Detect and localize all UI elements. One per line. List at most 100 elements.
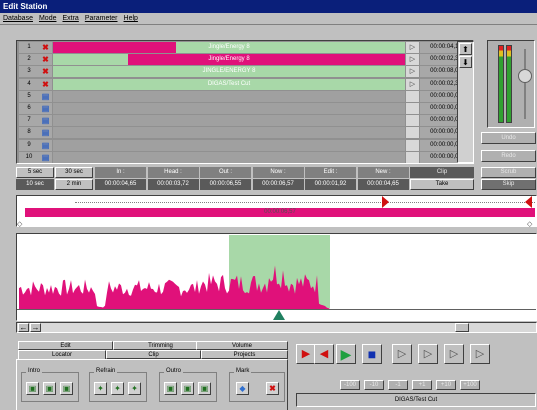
take-button[interactable]: Take	[410, 179, 474, 190]
set-out-icon[interactable]: ◀	[314, 344, 334, 364]
zoom-5sec-button[interactable]: 5 sec	[16, 167, 54, 178]
scroll-up-icon[interactable]: ⬆	[459, 43, 472, 55]
cart-bar[interactable]: JINGLE/ENERGY 8	[53, 66, 405, 78]
cart-play-slot[interactable]	[406, 115, 419, 127]
redo-button[interactable]: Redo	[481, 150, 536, 162]
cart-play-icon[interactable]: ▷	[406, 78, 419, 90]
cart-row[interactable]: 6 ▤ 00:00:00,00	[17, 103, 475, 115]
play-icon[interactable]: ▶	[336, 344, 356, 364]
volume-slider-knob[interactable]	[518, 69, 532, 83]
scroll-left-icon[interactable]: ←	[18, 323, 29, 332]
intro-goto-icon[interactable]: ▣	[60, 382, 73, 395]
tab-locator[interactable]: Locator	[18, 350, 106, 359]
cart-bar[interactable]	[53, 103, 405, 114]
cart-bar[interactable]	[53, 127, 405, 139]
outro-goto-icon[interactable]: ▣	[198, 382, 211, 395]
refrain-set-icon[interactable]: ✦	[94, 382, 107, 395]
waveform-scrollbar[interactable]: ← →	[16, 322, 537, 333]
intro-play-icon[interactable]: ▣	[43, 382, 56, 395]
cart-play-icon[interactable]: ▷	[406, 54, 419, 66]
scroll-down-icon[interactable]: ⬇	[459, 56, 472, 68]
cart-bar[interactable]	[53, 151, 405, 163]
in-marker-icon[interactable]	[381, 196, 389, 208]
cart-play-slot[interactable]	[406, 151, 419, 163]
mark-delete-icon[interactable]: ✖	[266, 382, 279, 395]
jog-button[interactable]: +10	[436, 380, 456, 390]
scroll-thumb[interactable]	[455, 323, 469, 332]
menu-parameter[interactable]: Parameter	[85, 15, 118, 22]
tab-edit[interactable]: Edit	[18, 341, 113, 350]
cart-row[interactable]: 3 ✖ JINGLE/ENERGY 8 ▷ 00:00:08,04	[17, 66, 475, 78]
jog-button[interactable]: +1	[412, 380, 432, 390]
cart-row[interactable]: 9 ▤ 00:00:00,00	[17, 139, 475, 152]
cart-loaded-icon[interactable]: ✖	[39, 78, 52, 90]
jog-button[interactable]: +100	[460, 380, 480, 390]
overview-strip[interactable]: 00:00:06,57 ◇ ◇	[16, 195, 537, 228]
zoom-10sec-button[interactable]: 10 sec	[16, 179, 54, 190]
cart-row[interactable]: 4 ✖ DIGAS/Test Cut ▷ 00:00:02,36	[17, 78, 475, 91]
scrub-button[interactable]: Scrub	[481, 167, 536, 178]
cart-bar[interactable]: Jingle/Energy 8	[53, 42, 405, 53]
cart-loaded-icon[interactable]: ✖	[39, 54, 52, 66]
cart-row[interactable]: 8 ▤ 00:00:00,00	[17, 127, 475, 139]
jog-button[interactable]: -100	[340, 380, 360, 390]
tab-projects[interactable]: Projects	[201, 350, 288, 359]
playhead-icon[interactable]	[273, 310, 285, 320]
cart-empty-icon[interactable]: ▤	[39, 103, 52, 114]
play-to-out-icon[interactable]: ▷	[444, 344, 464, 364]
outro-set-icon[interactable]: ▣	[164, 382, 177, 395]
play-from-in-icon[interactable]: ▷	[418, 344, 438, 364]
jog-button[interactable]: -1	[388, 380, 408, 390]
menu-database[interactable]: Database	[3, 15, 33, 22]
cart-empty-icon[interactable]: ▤	[39, 139, 52, 151]
zoom-2min-button[interactable]: 2 min	[55, 179, 93, 190]
scroll-right-icon[interactable]: →	[30, 323, 41, 332]
refrain-goto-icon[interactable]: ✦	[128, 382, 141, 395]
cart-row[interactable]: 1 ✖ Jingle/Energy 8 ▷ 00:00:04,12	[17, 42, 475, 54]
cart-play-icon[interactable]: ▷	[406, 66, 419, 78]
play-around-icon[interactable]: ▷	[470, 344, 490, 364]
outro-play-icon[interactable]: ▣	[181, 382, 194, 395]
cart-scrollbar[interactable]: ⬆ ⬇	[457, 41, 474, 163]
menu-mode[interactable]: Mode	[39, 15, 57, 22]
cart-bar[interactable]: DIGAS/Test Cut	[53, 78, 405, 90]
cart-empty-icon[interactable]: ▤	[39, 151, 52, 163]
cart-empty-icon[interactable]: ▤	[39, 127, 52, 139]
cart-play-slot[interactable]	[406, 90, 419, 102]
cart-row[interactable]: 5 ▤ 00:00:00,00	[17, 90, 475, 103]
cart-bar[interactable]	[53, 115, 405, 127]
menu-help[interactable]: Help	[124, 15, 138, 22]
cart-empty-icon[interactable]: ▤	[39, 115, 52, 127]
cart-play-slot[interactable]	[406, 139, 419, 151]
info-value: 00:00:01,92	[305, 179, 356, 190]
stop-icon[interactable]: ■	[362, 344, 382, 364]
refrain-play-icon[interactable]: ✦	[111, 382, 124, 395]
mark-set-icon[interactable]: ◆	[236, 382, 249, 395]
out-marker-icon[interactable]	[525, 196, 532, 208]
cart-play-slot[interactable]	[406, 127, 419, 139]
menu-extra[interactable]: Extra	[62, 15, 78, 22]
set-in-icon[interactable]: ▶	[296, 344, 316, 364]
play-to-in-icon[interactable]: ▷	[392, 344, 412, 364]
cart-play-slot[interactable]	[406, 103, 419, 114]
waveform-view[interactable]	[16, 233, 537, 321]
intro-set-icon[interactable]: ▣	[26, 382, 39, 395]
tab-trimming[interactable]: Trimming	[113, 341, 208, 350]
tab-clip[interactable]: Clip	[106, 350, 201, 359]
clip-button[interactable]: Clip	[410, 167, 474, 178]
cart-row[interactable]: 10 ▤ 00:00:00,00	[17, 151, 475, 164]
cart-empty-icon[interactable]: ▤	[39, 90, 52, 102]
cart-bar[interactable]: Jingle/Energy 8	[53, 54, 405, 66]
cart-loaded-icon[interactable]: ✖	[39, 42, 52, 53]
cart-bar[interactable]	[53, 90, 405, 102]
cart-loaded-icon[interactable]: ✖	[39, 66, 52, 78]
cart-play-icon[interactable]: ▷	[406, 42, 419, 53]
undo-button[interactable]: Undo	[481, 132, 536, 144]
jog-button[interactable]: -10	[364, 380, 384, 390]
cart-bar[interactable]	[53, 139, 405, 151]
zoom-30sec-button[interactable]: 30 sec	[55, 167, 93, 178]
tab-volume[interactable]: Volume	[196, 341, 288, 350]
skip-button[interactable]: Skip	[481, 179, 536, 190]
cart-row[interactable]: 2 ✖ Jingle/Energy 8 ▷ 00:00:02,37	[17, 54, 475, 66]
cart-row[interactable]: 7 ▤ 00:00:00,00	[17, 115, 475, 127]
